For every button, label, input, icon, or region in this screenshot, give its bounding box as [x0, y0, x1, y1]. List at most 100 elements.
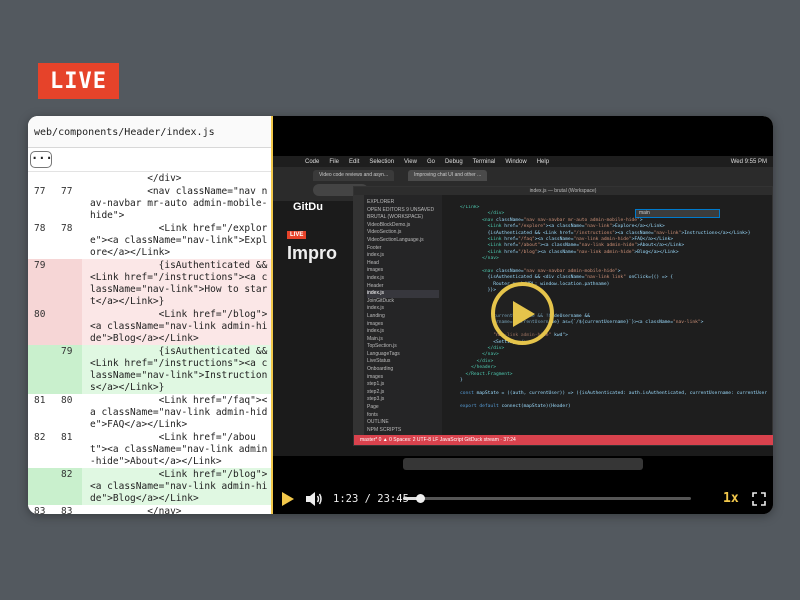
diff-line: 83 83 </nav> [28, 505, 271, 514]
code-text: <Link href="/blog"><a className="nav-lin… [82, 468, 271, 505]
old-line-number [28, 172, 55, 185]
explorer-item: VideoBlockDemo.js [367, 221, 411, 228]
old-line-number: 81 [34, 395, 46, 406]
mac-dock [403, 458, 643, 470]
explorer-item: Page [367, 404, 379, 411]
diff-line-removed: 79 {isAuthenticated && <Link href="/inst… [28, 259, 271, 308]
menu-code: Code [305, 158, 320, 165]
diff-line: 81 80 <Link href="/faq"><a className="nav… [28, 394, 271, 431]
playback-speed-button[interactable]: 1x [723, 491, 739, 506]
vscode-window: index.js — brutal (Workspace) EXPLORER OP… [353, 186, 773, 446]
diff-line: </div> [28, 172, 271, 185]
explorer-item: images [367, 267, 384, 274]
explorer-item: Main.js [367, 335, 383, 342]
explorer-item: step3.js [367, 396, 385, 403]
code-text: <Link href="/faq"><a className="nav-link… [90, 395, 268, 430]
code-text: {isAuthenticated && <Link href="/instruc… [82, 259, 271, 308]
diff-line-added: 79 {isAuthenticated && <Link href="/inst… [28, 345, 271, 394]
explorer-item: TopSection.js [367, 343, 397, 350]
old-line-number: 83 [34, 506, 46, 514]
play-icon [282, 492, 294, 506]
menu-selection: Selection [369, 158, 395, 165]
volume-icon [306, 492, 322, 506]
video-player[interactable]: Code File Edit Selection View Go Debug T… [273, 116, 773, 514]
explorer-item: images [367, 373, 384, 380]
seek-bar[interactable] [403, 494, 691, 503]
explorer-item: Header [367, 282, 384, 289]
code-text: </nav> [90, 506, 182, 514]
fullscreen-icon [752, 492, 766, 506]
code-text: <Link href="/blog"><a className="nav-lin… [82, 308, 271, 345]
explorer-item: NPM SCRIPTS [367, 426, 402, 433]
fullscreen-button[interactable] [752, 492, 766, 511]
menu-help: Help [536, 158, 550, 165]
diff-line: 77 77 <nav className="nav nav-navbar mr-a… [28, 185, 271, 222]
ide-explorer: EXPLORER OPEN EDITORS 9 UNSAVED BRUTAL (WO… [364, 195, 442, 435]
old-line-number: 78 [34, 223, 46, 234]
browser-tab: Video code reviews and asyn... [313, 170, 395, 181]
explorer-item: VideoSectionLanguage.js [367, 236, 424, 243]
explorer-item: LiveStatus [367, 358, 391, 365]
explorer-item: Head [367, 259, 379, 266]
explorer-item: OUTLINE [367, 419, 389, 426]
new-line-number [55, 259, 82, 308]
old-line-number: 77 [34, 186, 46, 197]
website-footer-strip [273, 446, 773, 456]
seek-handle[interactable] [415, 494, 425, 503]
time-display: 1:23 / 23:45 [333, 493, 409, 505]
menu-file: File [329, 158, 340, 165]
video-controls: 1:23 / 23:45 1x [273, 484, 773, 514]
explorer-item: fonts [367, 411, 378, 418]
time-separator: / [364, 493, 371, 505]
explorer-item: index.js [367, 305, 384, 312]
diff-line-removed: 80 <Link href="/blog"><a className="nav-… [28, 308, 271, 345]
volume-button[interactable] [305, 491, 323, 512]
site-logo: GitDu [293, 201, 323, 213]
new-line-number: 81 [61, 432, 73, 443]
big-play-button[interactable] [491, 282, 554, 345]
mac-clock: Wed 9:55 PM [730, 158, 767, 165]
ide-activity-bar [354, 195, 364, 435]
code-text: <Link href="/about"><a className="nav-li… [90, 432, 268, 467]
code-text: <Link href="/explore"><a className="nav-… [90, 223, 268, 258]
diff-expand-row: ··· [28, 148, 271, 172]
site-live-badge: LIVE [287, 231, 307, 239]
menu-edit: Edit [349, 158, 360, 165]
explorer-item: JoinGitDuck [367, 297, 394, 304]
code-text: {isAuthenticated && <Link href="/instruc… [82, 345, 271, 394]
new-line-number: 82 [55, 468, 82, 505]
explorer-item: Footer [367, 244, 382, 251]
old-line-number [28, 345, 55, 394]
new-line-number: 83 [61, 506, 73, 514]
new-line-number: 77 [61, 186, 73, 197]
menu-window: Window [505, 158, 527, 165]
menu-terminal: Terminal [472, 158, 496, 165]
new-line-number: 80 [61, 395, 73, 406]
expand-lines-button[interactable]: ··· [30, 151, 53, 168]
code-text: <nav className="nav nav-navbar mr-auto a… [90, 186, 268, 221]
play-icon [512, 300, 535, 327]
explorer-item: index.js [367, 274, 384, 281]
live-badge: LIVE [38, 63, 119, 99]
diff-line-added: 82 <Link href="/blog"><a className="nav-… [28, 468, 271, 505]
explorer-item: EXPLORER [367, 199, 395, 205]
menu-go: Go [426, 158, 435, 165]
current-time: 1:23 [333, 493, 359, 505]
website-background: GitDu LIVE Impro [273, 201, 353, 451]
diff-panel: web/components/Header/index.js ··· </div… [28, 116, 271, 514]
diff-line: 78 78 <Link href="/explore"><a className=… [28, 222, 271, 259]
explorer-item: OPEN EDITORS 9 UNSAVED [367, 206, 435, 213]
explorer-item: index.js [367, 290, 439, 298]
explorer-item: step1.js [367, 381, 385, 388]
code-review-card: web/components/Header/index.js ··· </div… [28, 116, 773, 514]
new-line-number: 79 [55, 345, 82, 394]
explorer-item: Onboarding [367, 366, 394, 373]
play-button[interactable] [281, 492, 295, 511]
explorer-item: images [367, 320, 384, 327]
menu-view: View [404, 158, 417, 165]
old-line-number: 82 [34, 432, 46, 443]
code-text: </div> [90, 173, 182, 184]
explorer-item: Landing [367, 312, 385, 319]
diff-lines: </div> 77 77 <nav className="nav nav-navba… [28, 172, 271, 514]
new-line-number [55, 172, 82, 185]
